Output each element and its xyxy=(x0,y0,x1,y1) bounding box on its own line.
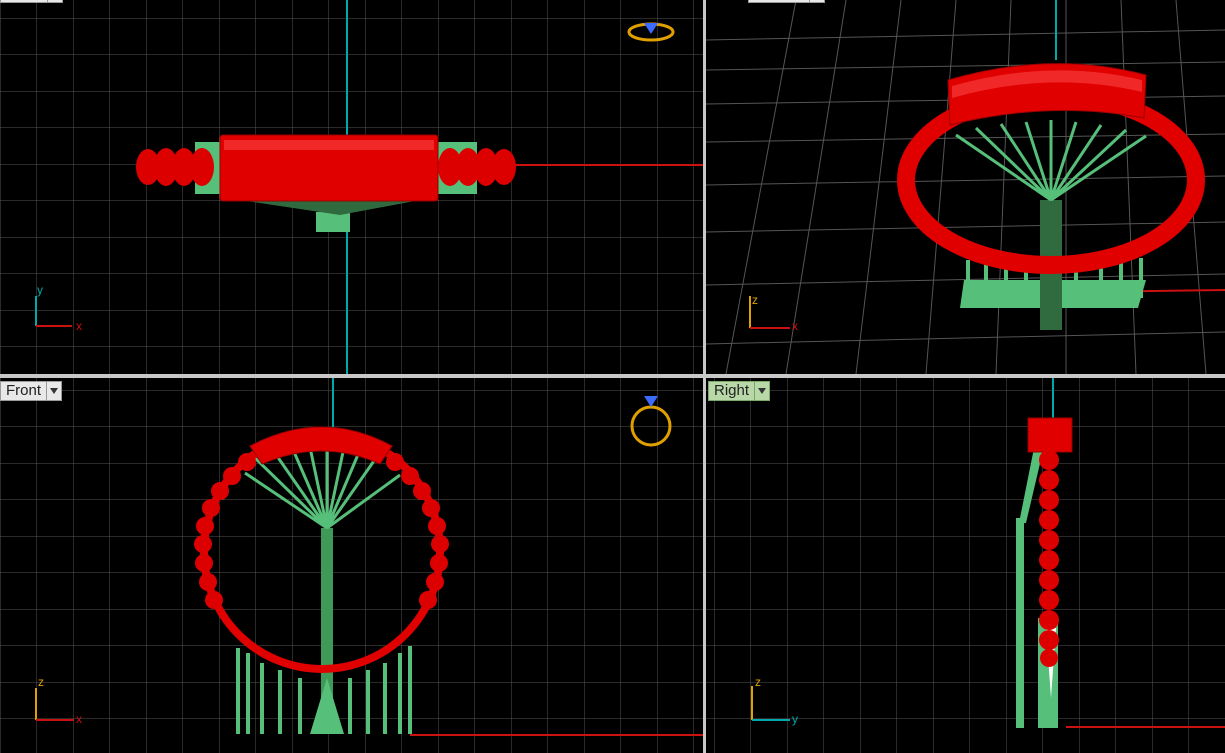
viewport-label-perspective[interactable] xyxy=(748,0,825,3)
axis-label-y: y xyxy=(37,283,43,297)
axis-label-x: x xyxy=(792,319,798,333)
front-grid: z x xyxy=(0,378,703,753)
right-grid: z y xyxy=(706,378,1225,753)
axis-label-y: y xyxy=(792,712,798,726)
viewport-front[interactable]: z x Front xyxy=(0,378,703,753)
top-grid: y x xyxy=(0,0,703,374)
viewport-perspective[interactable]: z x xyxy=(706,0,1225,374)
axis-label-z: z xyxy=(755,675,761,689)
axis-label-z: z xyxy=(38,675,44,689)
viewport-top[interactable]: y x xyxy=(0,0,703,374)
perspective-grid: z x xyxy=(706,0,1225,374)
viewport-right[interactable]: z y Right xyxy=(706,378,1225,753)
axis-label-x: x xyxy=(76,712,82,726)
viewport-dropdown-icon[interactable] xyxy=(755,381,771,401)
viewport-label-right[interactable]: Right xyxy=(708,381,771,401)
viewport-dropdown-icon[interactable] xyxy=(48,0,63,3)
viewport-separator-horizontal[interactable] xyxy=(0,374,1225,378)
viewport-dropdown-icon[interactable] xyxy=(810,0,825,3)
axis-label-z: z xyxy=(752,293,758,307)
right-beads xyxy=(1039,450,1059,667)
perspective-supports xyxy=(955,120,1147,330)
right-ring-head xyxy=(1027,417,1073,453)
viewport-label-top[interactable] xyxy=(0,0,63,3)
viewport-label-front[interactable]: Front xyxy=(0,381,63,401)
axis-label-x: x xyxy=(76,319,82,333)
viewport-dropdown-icon[interactable] xyxy=(47,381,63,401)
